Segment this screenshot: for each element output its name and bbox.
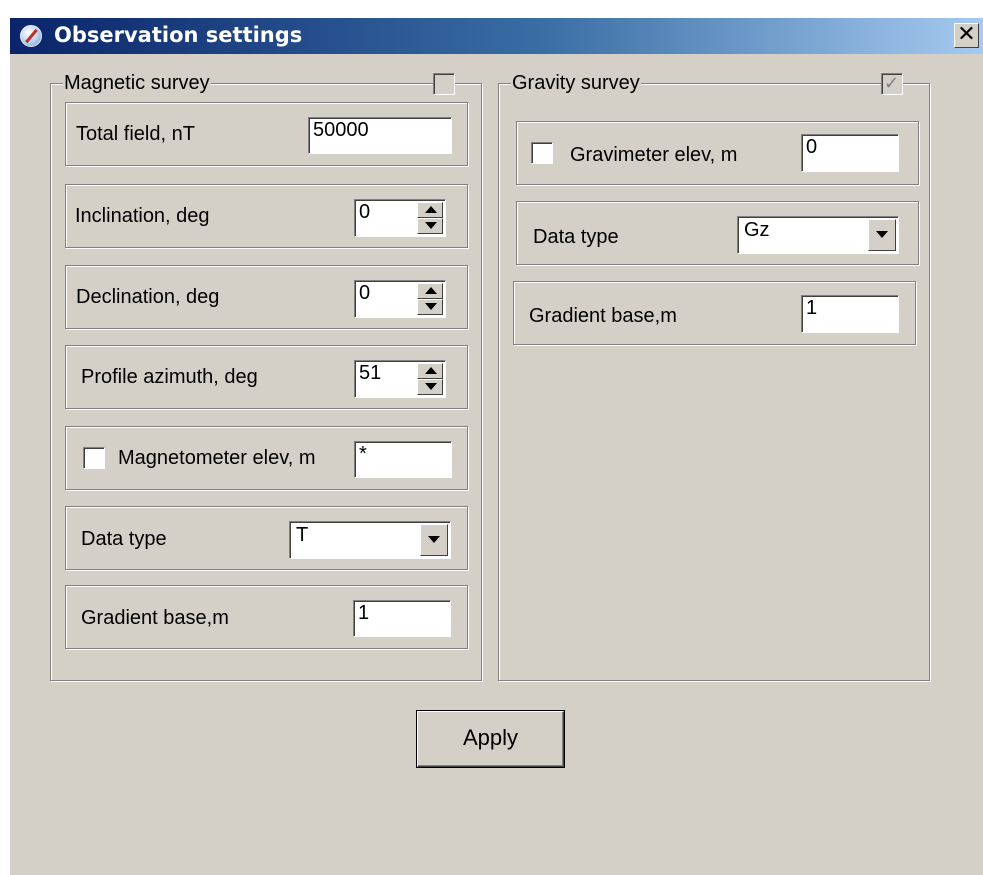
magnetic-survey-label: Magnetic survey <box>63 70 211 96</box>
total-field-row: Total field, nT 50000 <box>65 102 468 166</box>
close-button[interactable]: ✕ <box>954 23 979 48</box>
magnetic-data-type-select[interactable]: T <box>289 521 451 559</box>
arrow-up-icon[interactable] <box>417 363 443 379</box>
magnetic-survey-checkbox[interactable] <box>433 73 455 95</box>
apply-button[interactable]: Apply <box>416 710 565 768</box>
gravimeter-elev-label: Gravimeter elev, m <box>570 144 738 166</box>
magnetic-data-type-row: Data type T <box>65 506 468 570</box>
inclination-label: Inclination, deg <box>75 205 210 227</box>
gravity-gradient-label: Gradient base,m <box>529 305 677 327</box>
total-field-input[interactable]: 50000 <box>308 117 452 154</box>
gravimeter-elev-checkbox[interactable] <box>531 142 553 164</box>
magnetic-gradient-input[interactable]: 1 <box>353 600 451 637</box>
magnetometer-elev-checkbox[interactable] <box>83 447 105 469</box>
arrow-up-icon[interactable] <box>417 283 443 299</box>
total-field-label: Total field, nT <box>76 123 195 145</box>
title-bar: Observation settings ✕ <box>10 18 983 54</box>
arrow-down-icon[interactable] <box>417 379 443 395</box>
declination-spinner[interactable]: 0 <box>354 280 446 318</box>
profile-azimuth-row: Profile azimuth, deg 51 <box>65 345 468 409</box>
declination-value: 0 <box>359 282 371 304</box>
magnetometer-elev-label: Magnetometer elev, m <box>118 447 316 469</box>
profile-azimuth-spinner[interactable]: 51 <box>354 360 446 398</box>
gravimeter-elev-row: Gravimeter elev, m 0 <box>516 121 919 185</box>
gravity-survey-checkbox[interactable] <box>881 73 903 95</box>
declination-row: Declination, deg 0 <box>65 265 468 329</box>
compass-icon <box>20 25 42 47</box>
gravity-gradient-input[interactable]: 1 <box>801 295 899 333</box>
profile-azimuth-value: 51 <box>359 362 382 384</box>
gravity-data-type-select[interactable]: Gz <box>737 216 899 254</box>
profile-azimuth-label: Profile azimuth, deg <box>81 366 258 388</box>
magnetic-gradient-label: Gradient base,m <box>81 607 229 629</box>
close-icon: ✕ <box>957 22 976 47</box>
magnetic-gradient-row: Gradient base,m 1 <box>65 585 468 649</box>
magnetic-data-type-label: Data type <box>81 528 167 550</box>
gravity-data-type-label: Data type <box>533 226 619 248</box>
window-title: Observation settings <box>54 23 303 47</box>
magnetic-data-type-value: T <box>296 524 309 546</box>
chevron-down-icon[interactable] <box>868 219 896 251</box>
arrow-down-icon[interactable] <box>417 218 443 234</box>
observation-settings-window: Observation settings ✕ Magnetic survey T… <box>10 18 983 875</box>
inclination-value: 0 <box>359 201 371 223</box>
arrow-down-icon[interactable] <box>417 299 443 315</box>
gravimeter-elev-input[interactable]: 0 <box>801 134 899 172</box>
magnetometer-elev-input[interactable]: * <box>354 441 452 478</box>
inclination-row: Inclination, deg 0 <box>65 184 468 248</box>
gravity-data-type-row: Data type Gz <box>516 201 919 265</box>
gravity-survey-label: Gravity survey <box>511 70 641 96</box>
gravity-data-type-value: Gz <box>744 219 770 241</box>
magnetometer-elev-row: Magnetometer elev, m * <box>65 426 468 490</box>
gravity-gradient-row: Gradient base,m 1 <box>513 281 916 345</box>
inclination-spinner[interactable]: 0 <box>354 199 446 237</box>
declination-label: Declination, deg <box>76 286 220 308</box>
chevron-down-icon[interactable] <box>420 524 448 556</box>
arrow-up-icon[interactable] <box>417 202 443 218</box>
